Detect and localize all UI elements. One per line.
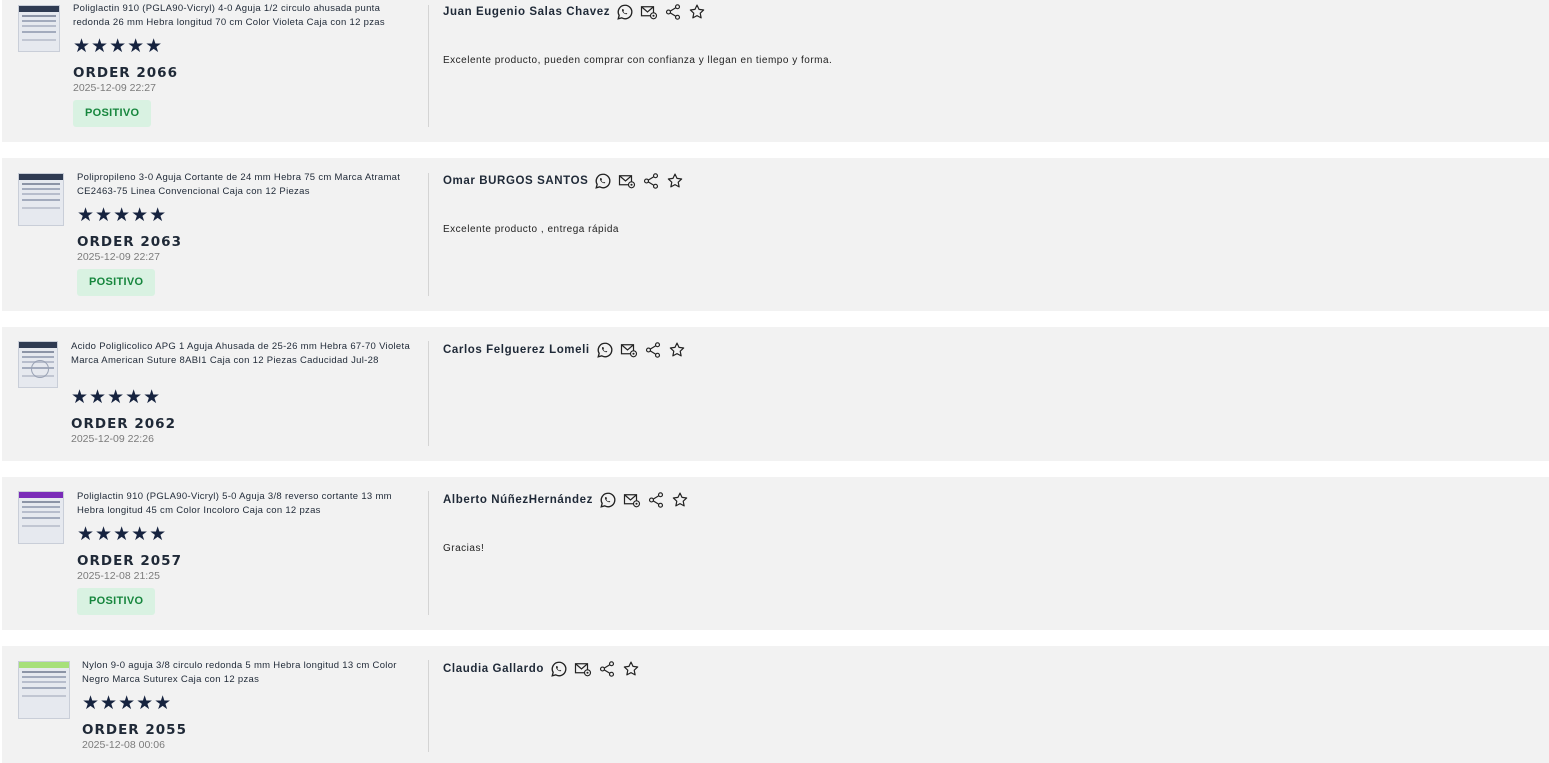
product-name[interactable]: Acido Poliglicolico APG 1 Aguja Ahusada …	[71, 340, 411, 368]
customer-row: Omar BURGOS SANTOS	[443, 172, 684, 190]
email-icon[interactable]	[640, 3, 658, 21]
product-thumbnail[interactable]	[18, 491, 64, 544]
star-outline-icon[interactable]	[688, 3, 706, 21]
customer-name: Juan Eugenio Salas Chavez	[443, 6, 611, 18]
review-date: 2025-12-08 00:06	[82, 739, 165, 751]
star-outline-icon[interactable]	[666, 172, 684, 190]
email-icon[interactable]	[618, 172, 636, 190]
review-date: 2025-12-08 21:25	[77, 570, 160, 582]
status-badge: POSITIVO	[77, 588, 156, 615]
order-number[interactable]: ORDER 2063	[77, 234, 182, 250]
review-date: 2025-12-09 22:27	[77, 251, 160, 263]
email-icon[interactable]	[623, 491, 641, 509]
review-date: 2025-12-09 22:27	[73, 82, 156, 94]
customer-row: Claudia Gallardo	[443, 660, 640, 678]
email-icon[interactable]	[620, 341, 638, 359]
review-card: Polipropileno 3-0 Aguja Cortante de 24 m…	[2, 158, 1549, 311]
review-card: Poliglactin 910 (PGLA90-Vicryl) 5-0 Aguj…	[2, 477, 1549, 630]
customer-row: Carlos Felguerez Lomeli	[443, 341, 686, 359]
card-divider	[428, 491, 429, 615]
whatsapp-icon[interactable]	[596, 341, 614, 359]
product-thumbnail[interactable]	[18, 341, 58, 388]
card-divider	[428, 341, 429, 446]
whatsapp-icon[interactable]	[550, 660, 568, 678]
review-date: 2025-12-09 22:26	[71, 433, 154, 445]
whatsapp-icon[interactable]	[594, 172, 612, 190]
order-number[interactable]: ORDER 2062	[71, 416, 176, 432]
whatsapp-icon[interactable]	[616, 3, 634, 21]
customer-name: Omar BURGOS SANTOS	[443, 175, 589, 187]
review-comment: Excelente producto, pueden comprar con c…	[443, 55, 833, 66]
product-name[interactable]: Nylon 9-0 aguja 3/8 circulo redonda 5 mm…	[82, 659, 407, 687]
product-thumbnail[interactable]	[18, 661, 70, 719]
customer-name: Carlos Felguerez Lomeli	[443, 344, 590, 356]
order-number[interactable]: ORDER 2057	[77, 553, 182, 569]
customer-row: Juan Eugenio Salas Chavez	[443, 3, 706, 21]
share-icon[interactable]	[642, 172, 660, 190]
rating-stars: ★★★★★	[82, 693, 173, 714]
share-icon[interactable]	[664, 3, 682, 21]
product-thumbnail[interactable]	[18, 5, 60, 52]
star-outline-icon[interactable]	[668, 341, 686, 359]
card-divider	[428, 173, 429, 296]
rating-stars: ★★★★★	[77, 205, 168, 226]
order-number[interactable]: ORDER 2066	[73, 65, 178, 81]
rating-stars: ★★★★★	[73, 36, 164, 57]
card-divider	[428, 660, 429, 752]
product-name[interactable]: Poliglactin 910 (PGLA90-Vicryl) 5-0 Aguj…	[77, 490, 407, 518]
email-icon[interactable]	[574, 660, 592, 678]
customer-name: Claudia Gallardo	[443, 663, 544, 675]
star-outline-icon[interactable]	[622, 660, 640, 678]
card-divider	[428, 5, 429, 127]
rating-stars: ★★★★★	[71, 387, 162, 408]
rating-stars: ★★★★★	[77, 524, 168, 545]
status-badge: POSITIVO	[73, 100, 152, 127]
star-outline-icon[interactable]	[671, 491, 689, 509]
review-comment: Excelente producto , entrega rápida	[443, 224, 619, 235]
share-icon[interactable]	[647, 491, 665, 509]
review-card: Acido Poliglicolico APG 1 Aguja Ahusada …	[2, 327, 1549, 461]
whatsapp-icon[interactable]	[599, 491, 617, 509]
share-icon[interactable]	[644, 341, 662, 359]
product-thumbnail[interactable]	[18, 173, 64, 226]
product-name[interactable]: Polipropileno 3-0 Aguja Cortante de 24 m…	[77, 171, 402, 199]
customer-row: Alberto NúñezHernández	[443, 491, 689, 509]
share-icon[interactable]	[598, 660, 616, 678]
status-badge: POSITIVO	[77, 269, 156, 296]
order-number[interactable]: ORDER 2055	[82, 722, 187, 738]
product-name[interactable]: Poliglactin 910 (PGLA90-Vicryl) 4-0 Aguj…	[73, 2, 413, 30]
customer-name: Alberto NúñezHernández	[443, 494, 593, 506]
review-card: Nylon 9-0 aguja 3/8 circulo redonda 5 mm…	[2, 646, 1549, 763]
review-card: Poliglactin 910 (PGLA90-Vicryl) 4-0 Aguj…	[2, 0, 1549, 142]
review-comment: Gracias!	[443, 543, 485, 554]
